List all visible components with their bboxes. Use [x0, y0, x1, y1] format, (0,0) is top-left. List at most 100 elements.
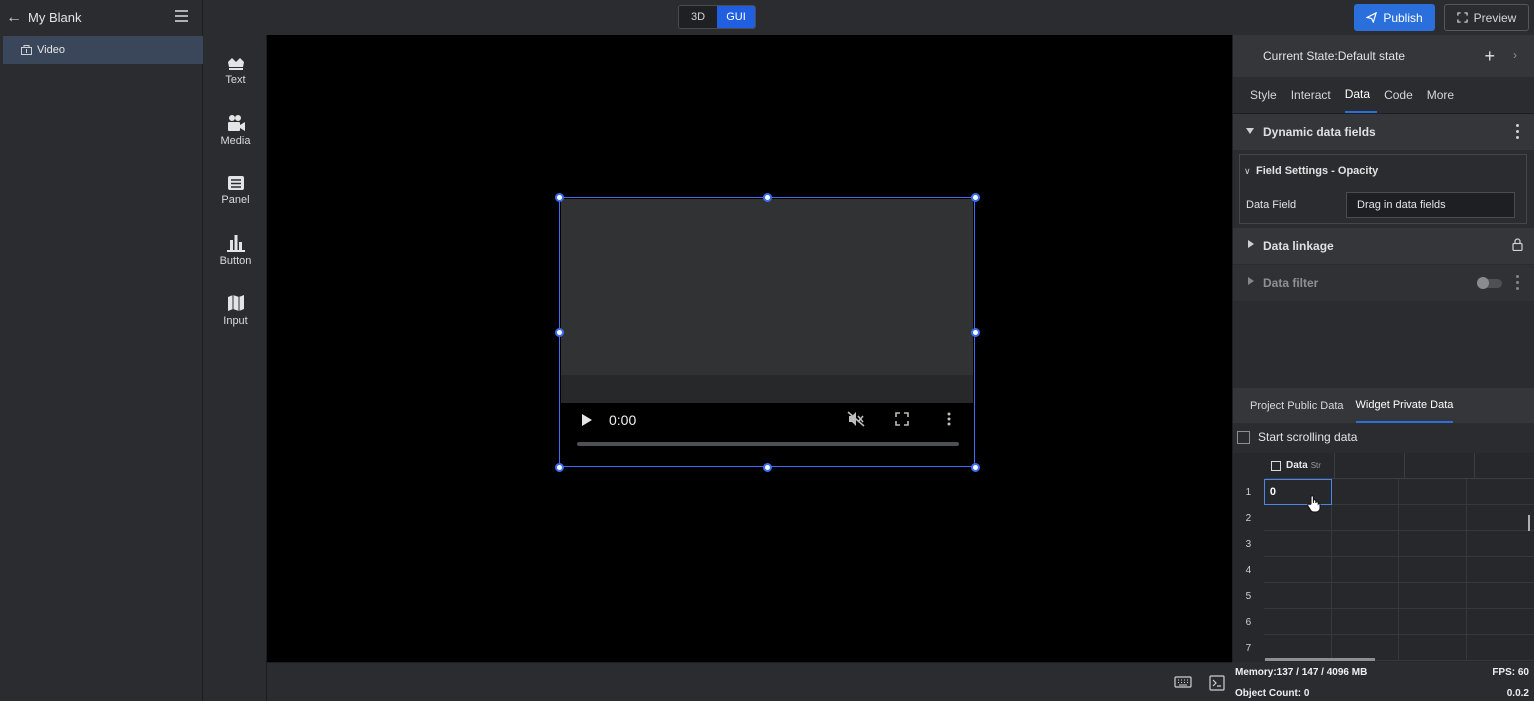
data-grid[interactable]: Data Str 10234567 [1233, 453, 1534, 662]
kebab-menu-icon[interactable] [1516, 275, 1519, 290]
layer-item-label: Video [37, 44, 65, 56]
resize-handle-n[interactable] [763, 193, 772, 202]
tool-button[interactable]: Button [204, 225, 267, 275]
tab-widget-private-data[interactable]: Widget Private Data [1355, 388, 1454, 423]
memory-readout: Memory:137 / 147 / 4096 MB [1235, 667, 1368, 678]
table-cell[interactable] [1263, 531, 1332, 557]
grid-horizontal-scrollbar[interactable] [1265, 658, 1375, 661]
table-cell[interactable] [1331, 531, 1400, 557]
tab-more[interactable]: More [1427, 77, 1461, 113]
chevron-down-icon[interactable]: ∨ [1244, 166, 1251, 177]
lock-icon[interactable] [1512, 238, 1523, 251]
table-cell[interactable] [1331, 557, 1400, 583]
resize-handle-sw[interactable] [555, 463, 564, 472]
preview-button[interactable]: Preview [1444, 4, 1529, 31]
grid-vertical-scrollbar[interactable] [1528, 515, 1530, 531]
table-cell[interactable] [1467, 583, 1534, 609]
table-cell[interactable] [1467, 505, 1534, 531]
resize-handle-s[interactable] [763, 463, 772, 472]
resize-handle-ne[interactable] [971, 193, 980, 202]
caret-right-icon [1248, 240, 1254, 248]
data-filter-toggle[interactable] [1477, 277, 1502, 289]
layer-panel: Video [0, 35, 203, 701]
start-scrolling-checkbox[interactable] [1237, 430, 1250, 444]
tool-button-label: Button [219, 254, 252, 267]
table-cell[interactable] [1263, 557, 1332, 583]
section-dynamic-fields[interactable]: Dynamic data fields [1233, 114, 1534, 150]
table-cell[interactable] [1467, 557, 1534, 583]
table-cell[interactable] [1263, 609, 1332, 635]
kebab-menu-icon[interactable] [1516, 124, 1519, 139]
table-cell[interactable] [1399, 479, 1468, 505]
tool-media[interactable]: Media [204, 105, 267, 155]
chart-bar-icon [226, 234, 245, 252]
fullscreen-icon[interactable] [895, 412, 909, 426]
grid-column-header[interactable] [1405, 453, 1475, 479]
table-cell[interactable] [1399, 583, 1468, 609]
table-cell[interactable] [1263, 505, 1332, 531]
top-bar: ← My Blank 3D GUI Publish Preview [0, 0, 1534, 35]
current-state-label: Current State:Default state [1263, 49, 1406, 63]
tab-project-public-data[interactable]: Project Public Data [1250, 388, 1344, 423]
tab-style[interactable]: Style [1250, 77, 1284, 113]
design-canvas[interactable]: 0:00 [267, 35, 1232, 662]
back-arrow-icon[interactable]: ← [0, 9, 28, 27]
play-icon[interactable] [581, 413, 593, 427]
project-title: My Blank [28, 10, 82, 25]
table-cell[interactable] [1263, 583, 1332, 609]
hamburger-menu-icon[interactable] [175, 10, 188, 22]
terminal-icon[interactable] [1209, 675, 1225, 691]
layer-item-video[interactable]: Video [3, 36, 203, 64]
more-options-icon[interactable] [947, 412, 951, 426]
table-cell[interactable]: 0 [1263, 479, 1332, 505]
grid-column-header[interactable] [1335, 453, 1405, 479]
table-cell[interactable] [1467, 479, 1534, 505]
inspector-tabs: Style Interact Data Code More [1233, 77, 1534, 114]
table-cell[interactable] [1331, 479, 1400, 505]
volume-muted-icon[interactable] [847, 411, 865, 427]
table-cell[interactable] [1331, 609, 1400, 635]
data-field-dropzone[interactable]: Drag in data fields [1346, 192, 1515, 218]
state-row: Current State:Default state + › [1233, 35, 1534, 77]
section-data-linkage[interactable]: Data linkage [1233, 228, 1534, 264]
mode-3d-button[interactable]: 3D [679, 6, 717, 28]
table-cell[interactable] [1467, 531, 1534, 557]
mode-gui-button[interactable]: GUI [717, 6, 755, 28]
table-cell[interactable] [1399, 609, 1468, 635]
start-scrolling-row[interactable]: Start scrolling data [1237, 430, 1357, 444]
section-data-filter[interactable]: Data filter [1233, 265, 1534, 301]
tool-panel-label: Panel [221, 193, 250, 206]
tab-interact[interactable]: Interact [1291, 77, 1338, 113]
table-cell[interactable] [1399, 531, 1468, 557]
resize-handle-e[interactable] [971, 328, 980, 337]
publish-label: Publish [1383, 10, 1423, 25]
tab-code[interactable]: Code [1384, 77, 1420, 113]
tab-data[interactable]: Data [1344, 77, 1378, 113]
table-cell[interactable] [1399, 635, 1468, 661]
row-number: 6 [1245, 616, 1252, 628]
grid-column-header[interactable]: Data Str [1265, 453, 1335, 479]
table-cell[interactable] [1331, 583, 1400, 609]
video-progress-track[interactable] [577, 442, 959, 446]
layer-widget-icon [21, 45, 32, 55]
column-checkbox[interactable] [1271, 460, 1281, 471]
chevron-right-icon[interactable]: › [1513, 48, 1517, 62]
video-widget[interactable]: 0:00 [555, 193, 980, 472]
publish-button[interactable]: Publish [1354, 4, 1435, 31]
grid-column-header[interactable] [1475, 453, 1534, 479]
table-cell[interactable] [1467, 609, 1534, 635]
table-cell[interactable] [1399, 505, 1468, 531]
tool-panel[interactable]: Panel [204, 165, 267, 215]
resize-handle-nw[interactable] [555, 193, 564, 202]
column-header-label: Data [1286, 460, 1308, 471]
table-cell[interactable] [1467, 635, 1534, 661]
tool-input[interactable]: Input [204, 285, 267, 335]
resize-handle-se[interactable] [971, 463, 980, 472]
table-cell[interactable] [1331, 505, 1400, 531]
section-data-filter-label: Data filter [1263, 276, 1319, 290]
tool-text[interactable]: Text [204, 45, 267, 95]
add-state-icon[interactable]: + [1484, 46, 1495, 67]
resize-handle-w[interactable] [555, 328, 564, 337]
table-cell[interactable] [1399, 557, 1468, 583]
keyboard-icon[interactable] [1174, 675, 1192, 689]
